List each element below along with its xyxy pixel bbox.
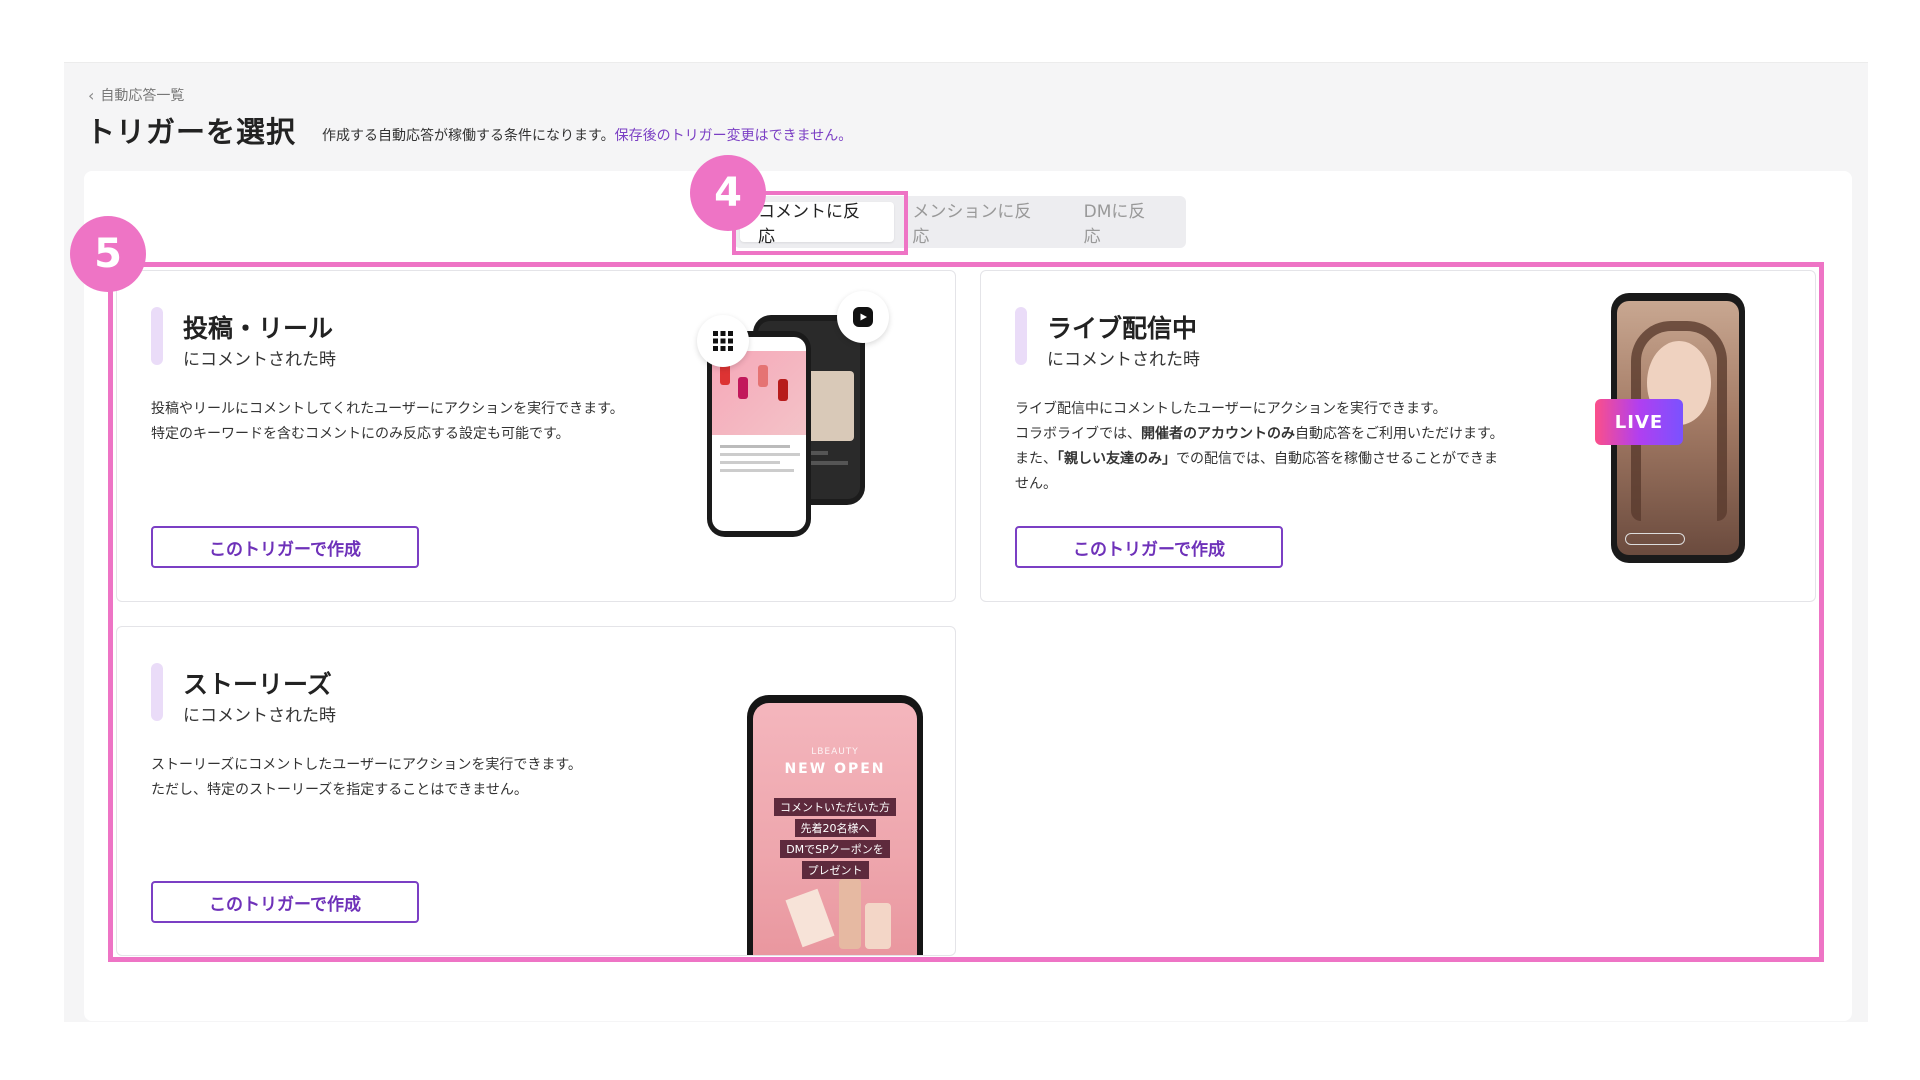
card-description-line: ライブ配信中にコメントしたユーザーにアクションを実行できます。 <box>1015 401 1447 417</box>
card-title: ライブ配信中 <box>1047 314 1198 343</box>
card-description-line: 投稿やリールにコメントしてくれたユーザーにアクションを実行できます。 <box>151 401 624 417</box>
step-badge-4: 4 <box>690 155 766 231</box>
description-text: 作成する自動応答が稼働する条件になります。 <box>322 128 615 144</box>
page-description: 作成する自動応答が稼働する条件になります。保存後のトリガー変更はできません。 <box>322 125 852 145</box>
tab-mention[interactable]: メンションに反応 <box>894 202 1065 247</box>
card-subtitle: にコメントされた時 <box>183 350 336 370</box>
page-title: トリガーを選択 <box>86 115 297 149</box>
create-with-trigger-button[interactable]: このトリガーで作成 <box>151 881 419 923</box>
trigger-card-post-reel: 投稿・リール にコメントされた時 投稿やリールにコメントしてくれたユーザーにアク… <box>116 270 956 602</box>
story-text-block: コメントいただいた方 先着20名様へ DMでSPクーポンを プレゼント <box>753 795 917 882</box>
trigger-card-stories: ストーリーズ にコメントされた時 ストーリーズにコメントしたユーザーにアクション… <box>116 626 956 956</box>
card-description-line: コラボライブでは、開催者のアカウントのみ自動応答をご利用いただけます。また、「親… <box>1015 426 1504 492</box>
trigger-tabs: コメントに反応 メンションに反応 DMに反応 <box>734 196 1186 248</box>
card-description: ストーリーズにコメントしたユーザーにアクションを実行できます。 ただし、特定のス… <box>151 753 651 803</box>
chevron-left-icon: ‹ <box>88 85 95 105</box>
card-title: ストーリーズ <box>183 670 332 699</box>
card-subtitle: にコメントされた時 <box>1047 350 1200 370</box>
reels-icon <box>837 291 889 343</box>
tab-comment[interactable]: コメントに反応 <box>740 202 895 247</box>
card-description-line: ストーリーズにコメントしたユーザーにアクションを実行できます。 <box>151 757 582 773</box>
card-description-line: ただし、特定のストーリーズを指定することはできません。 <box>151 782 528 798</box>
story-text-line: コメントいただいた方 <box>774 798 896 816</box>
card-accent-bar <box>151 307 163 365</box>
card-description: ライブ配信中にコメントしたユーザーにアクションを実行できます。 コラボライブでは… <box>1015 397 1505 497</box>
card-accent-bar <box>151 663 163 721</box>
story-brand: LBEAUTY <box>811 747 859 757</box>
card-title: 投稿・リール <box>183 314 334 343</box>
live-badge: LIVE <box>1595 399 1683 445</box>
card-accent-bar <box>1015 307 1027 365</box>
grid-icon <box>697 315 749 367</box>
story-text-line: DMでSPクーポンを <box>780 840 890 858</box>
card-subtitle: にコメントされた時 <box>183 706 336 726</box>
card-description: 投稿やリールにコメントしてくれたユーザーにアクションを実行できます。 特定のキー… <box>151 397 651 447</box>
back-link[interactable]: ‹ 自動応答一覧 <box>88 85 184 105</box>
story-phone-image: LBEAUTY NEW OPEN コメントいただいた方 先着20名様へ DMでS… <box>747 695 923 955</box>
trigger-card-live: ライブ配信中 にコメントされた時 ライブ配信中にコメントしたユーザーにアクション… <box>980 270 1816 602</box>
create-with-trigger-button[interactable]: このトリガーで作成 <box>151 526 419 568</box>
back-link-label: 自動応答一覧 <box>100 88 185 104</box>
story-text-line: プレゼント <box>801 861 869 879</box>
tab-dm[interactable]: DMに反応 <box>1066 202 1180 247</box>
step-badge-5: 5 <box>70 216 146 292</box>
story-text-line: 先着20名様へ <box>794 819 876 837</box>
card-description-line: 特定のキーワードを含むコメントにのみ反応する設定も可能です。 <box>151 426 570 442</box>
description-warning: 保存後のトリガー変更はできません。 <box>614 128 853 144</box>
create-with-trigger-button[interactable]: このトリガーで作成 <box>1015 526 1283 568</box>
story-headline: NEW OPEN <box>784 761 886 777</box>
